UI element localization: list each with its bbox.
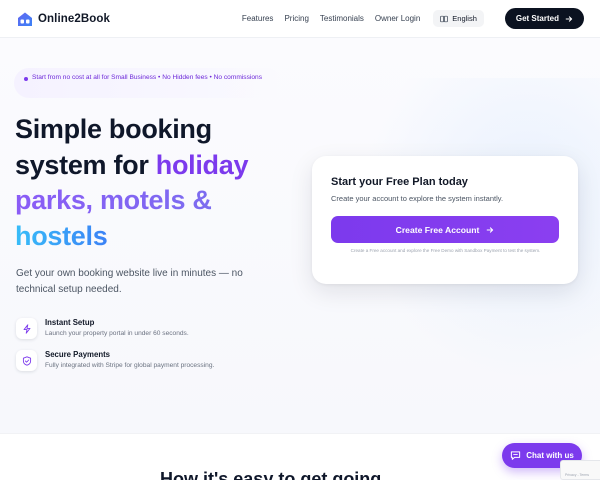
nav-links: Features Pricing Testimonials Owner Logi… — [242, 8, 584, 29]
shield-check-icon — [22, 355, 31, 366]
chat-label: Chat with us — [526, 451, 574, 460]
hero-headline: Simple booking system for holiday parks,… — [15, 112, 305, 254]
feature-secure-payments: Secure Payments Fully integrated with St… — [16, 350, 214, 371]
nav-link-owner-login[interactable]: Owner Login — [375, 14, 420, 23]
brand-name: Online2Book — [38, 12, 111, 25]
signup-card-fine-print: Create a Free account and explore the Fr… — [350, 248, 541, 253]
section-divider — [0, 433, 600, 434]
nav-link-testimonials[interactable]: Testimonials — [320, 14, 364, 23]
headline-line-2a: system for — [15, 149, 156, 180]
signup-card-title: Start your Free Plan today — [331, 176, 468, 188]
language-label: English — [452, 14, 477, 23]
create-free-account-label: Create Free Account — [395, 224, 480, 235]
signup-card-subtitle: Create your account to explore the syste… — [331, 194, 504, 203]
get-started-button[interactable]: Get Started — [504, 8, 584, 29]
feature-title: Instant Setup — [45, 318, 95, 327]
badge-dot-icon — [24, 77, 28, 81]
headline-line-2b: holiday — [155, 149, 249, 180]
feature-instant-setup: Instant Setup Launch your property porta… — [16, 318, 189, 339]
feature-desc: Launch your property portal in under 60 … — [45, 330, 189, 337]
top-nav: Online2Book Features Pricing Testimonial… — [0, 0, 600, 38]
lightning-icon — [23, 323, 30, 334]
recaptcha-label: Privacy - Terms — [565, 473, 590, 477]
house-logo-icon — [18, 12, 32, 26]
arrow-right-icon — [565, 15, 573, 22]
recaptcha-badge[interactable]: Privacy - Terms — [560, 460, 600, 480]
feature-icon-box — [16, 350, 37, 371]
feature-desc: Fully integrated with Stripe for global … — [45, 362, 215, 369]
feature-title: Secure Payments — [45, 350, 111, 359]
nav-link-pricing[interactable]: Pricing — [284, 14, 308, 23]
nav-link-features[interactable]: Features — [242, 14, 274, 23]
chat-bubble-icon — [511, 451, 521, 460]
brand-logo[interactable]: Online2Book — [17, 11, 110, 27]
next-section-heading: How it's easy to get going — [160, 470, 382, 480]
promo-badge: Start from no cost at all for Small Busi… — [14, 68, 282, 98]
feature-icon-box — [16, 318, 37, 339]
headline-line-1: Simple booking — [15, 114, 212, 144]
language-selector[interactable]: English — [433, 10, 484, 27]
hero-subtext: Get your own booking website live in min… — [16, 268, 243, 295]
signup-card: Start your Free Plan today Create your a… — [312, 156, 578, 284]
promo-badge-text: Start from no cost at all for Small Busi… — [32, 74, 262, 81]
headline-line-4: hostels — [15, 220, 108, 251]
create-free-account-button[interactable]: Create Free Account — [331, 216, 559, 243]
get-started-label: Get Started — [515, 14, 559, 23]
arrow-right-icon — [487, 226, 494, 233]
book-icon — [440, 15, 448, 22]
headline-line-3: parks, motels & — [15, 185, 212, 215]
